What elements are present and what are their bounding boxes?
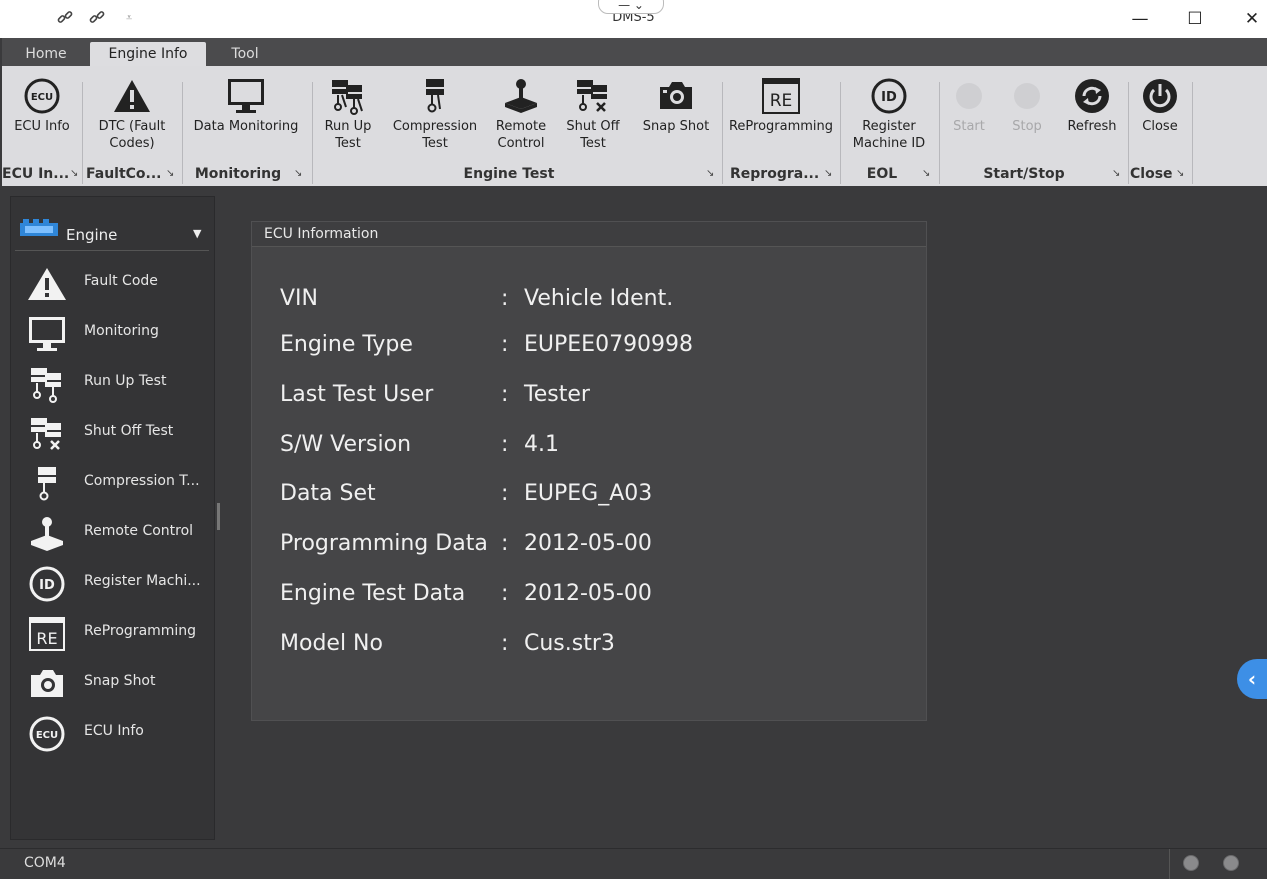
status-led-icon <box>1183 855 1199 871</box>
svg-text:ECU: ECU <box>36 730 58 741</box>
tab-engine-info[interactable]: Engine Info <box>90 42 206 66</box>
sidebar: Engine ▼ Fault Code Monitoring Run Up Te… <box>10 196 215 840</box>
close-button[interactable]: Close <box>1132 74 1188 135</box>
sidebar-item-remote-control[interactable]: Remote Control <box>11 510 211 560</box>
start-button[interactable]: Start <box>944 74 994 135</box>
joystick-icon <box>25 514 69 554</box>
collapse-panel-button[interactable]: ‹ <box>1237 659 1267 699</box>
group-launcher-icon[interactable]: ↘ <box>294 168 302 179</box>
joystick-icon <box>488 74 554 118</box>
svg-text:ECU: ECU <box>31 92 53 103</box>
ribbon: ECU ECU Info DTC (Fault Codes) Data Moni… <box>2 66 1267 186</box>
minimize-button[interactable]: — <box>1117 6 1163 32</box>
sidebar-item-shut-off-test[interactable]: Shut Off Test <box>11 410 211 460</box>
tab-tool[interactable]: Tool <box>214 42 276 66</box>
group-label-engine-test: Engine Test <box>463 166 555 182</box>
stop-button[interactable]: Stop <box>1002 74 1052 135</box>
sidebar-item-fault-code[interactable]: Fault Code <box>11 260 211 310</box>
group-launcher-icon[interactable]: ↘ <box>70 168 78 179</box>
reprogram-icon: RE <box>25 614 69 654</box>
engine-selector-label: Engine <box>66 226 118 244</box>
compression-icon <box>25 464 69 504</box>
engine-selector[interactable]: Engine ▼ <box>15 215 209 251</box>
group-label-start-stop: Start/Stop <box>983 166 1065 182</box>
warning-icon <box>25 264 69 304</box>
title-bar: ⩡ DMS-5 — ⌄ — ☐ ✕ <box>0 0 1267 38</box>
sidebar-item-run-up-test[interactable]: Run Up Test <box>11 360 211 410</box>
group-launcher-icon[interactable]: ↘ <box>1112 168 1120 179</box>
svg-text:RE: RE <box>36 629 57 648</box>
camera-icon <box>25 664 69 704</box>
group-label-eol: EOL <box>866 166 898 182</box>
run-up-test-button[interactable]: Run Up Test <box>316 74 380 152</box>
com-port-status: COM4 <box>24 855 66 871</box>
compression-test-button[interactable]: Compression Test <box>388 74 482 152</box>
sidebar-item-snap-shot[interactable]: Snap Shot <box>11 660 211 710</box>
ecu-info-button[interactable]: ECU ECU Info <box>6 74 78 135</box>
status-led-icon <box>1223 855 1239 871</box>
group-launcher-icon[interactable]: ↘ <box>1176 168 1184 179</box>
ecu-icon: ECU <box>6 74 78 118</box>
warning-icon <box>88 74 176 118</box>
panel-title: ECU Information <box>252 222 926 247</box>
sidebar-item-compression-test[interactable]: Compression T... <box>11 460 211 510</box>
id-icon: ID <box>844 74 934 118</box>
ribbon-toggle-button[interactable]: — ⌄ <box>598 0 664 14</box>
camera-icon <box>636 74 716 118</box>
start-icon <box>944 74 994 118</box>
monitor-icon <box>25 314 69 354</box>
tab-home[interactable]: Home <box>10 42 82 66</box>
group-launcher-icon[interactable]: ↘ <box>922 168 930 179</box>
shut-off-icon <box>560 74 626 118</box>
group-label-close: Close <box>1130 166 1173 182</box>
reprogram-icon: RE <box>728 74 834 118</box>
group-launcher-icon[interactable]: ↘ <box>824 168 832 179</box>
monitor-icon <box>188 74 304 118</box>
refresh-icon <box>1060 74 1124 118</box>
compression-icon <box>388 74 482 118</box>
svg-text:ID: ID <box>881 90 897 105</box>
ecu-icon: ECU <box>25 714 69 754</box>
sidebar-item-reprogramming[interactable]: RE ReProgramming <box>11 610 211 660</box>
sidebar-item-monitoring[interactable]: Monitoring <box>11 310 211 360</box>
svg-text:RE: RE <box>770 91 793 111</box>
remote-control-button[interactable]: Remote Control <box>488 74 554 152</box>
id-icon: ID <box>25 564 69 604</box>
register-machine-id-button[interactable]: ID Register Machine ID <box>844 74 934 152</box>
close-window-button[interactable]: ✕ <box>1229 6 1267 32</box>
maximize-button[interactable]: ☐ <box>1172 6 1218 32</box>
ribbon-tab-bar: Home Engine Info Tool <box>2 38 1267 66</box>
chevron-down-icon: ▼ <box>193 227 202 240</box>
group-launcher-icon[interactable]: ↘ <box>706 168 714 179</box>
dtc-fault-codes-button[interactable]: DTC (Fault Codes) <box>88 74 176 152</box>
sidebar-item-register-machine-id[interactable]: ID Register Machi... <box>11 560 211 610</box>
engine-icon <box>19 219 59 243</box>
ecu-information-panel: ECU Information VIN: Vehicle Ident. Engin… <box>251 221 927 721</box>
svg-text:ID: ID <box>39 578 55 593</box>
group-label-fault-codes: FaultCo... <box>86 166 162 182</box>
power-icon <box>1132 74 1188 118</box>
group-label-monitoring: Monitoring <box>194 166 282 182</box>
status-bar: COM4 <box>0 848 1267 879</box>
run-up-icon <box>316 74 380 118</box>
group-label-ecu-info: ECU In... <box>2 166 70 182</box>
sidebar-item-ecu-info[interactable]: ECU ECU Info <box>11 710 211 760</box>
snap-shot-button[interactable]: Snap Shot <box>636 74 716 135</box>
shut-off-test-button[interactable]: Shut Off Test <box>560 74 626 152</box>
run-up-icon <box>25 364 69 404</box>
group-label-reprogramming: Reprogra... <box>730 166 820 182</box>
group-launcher-icon[interactable]: ↘ <box>166 168 174 179</box>
reprogramming-button[interactable]: RE ReProgramming <box>728 74 834 135</box>
refresh-button[interactable]: Refresh <box>1060 74 1124 135</box>
sidebar-splitter[interactable] <box>217 503 220 530</box>
data-monitoring-button[interactable]: Data Monitoring <box>188 74 304 135</box>
shut-off-icon <box>25 414 69 454</box>
stop-icon <box>1002 74 1052 118</box>
